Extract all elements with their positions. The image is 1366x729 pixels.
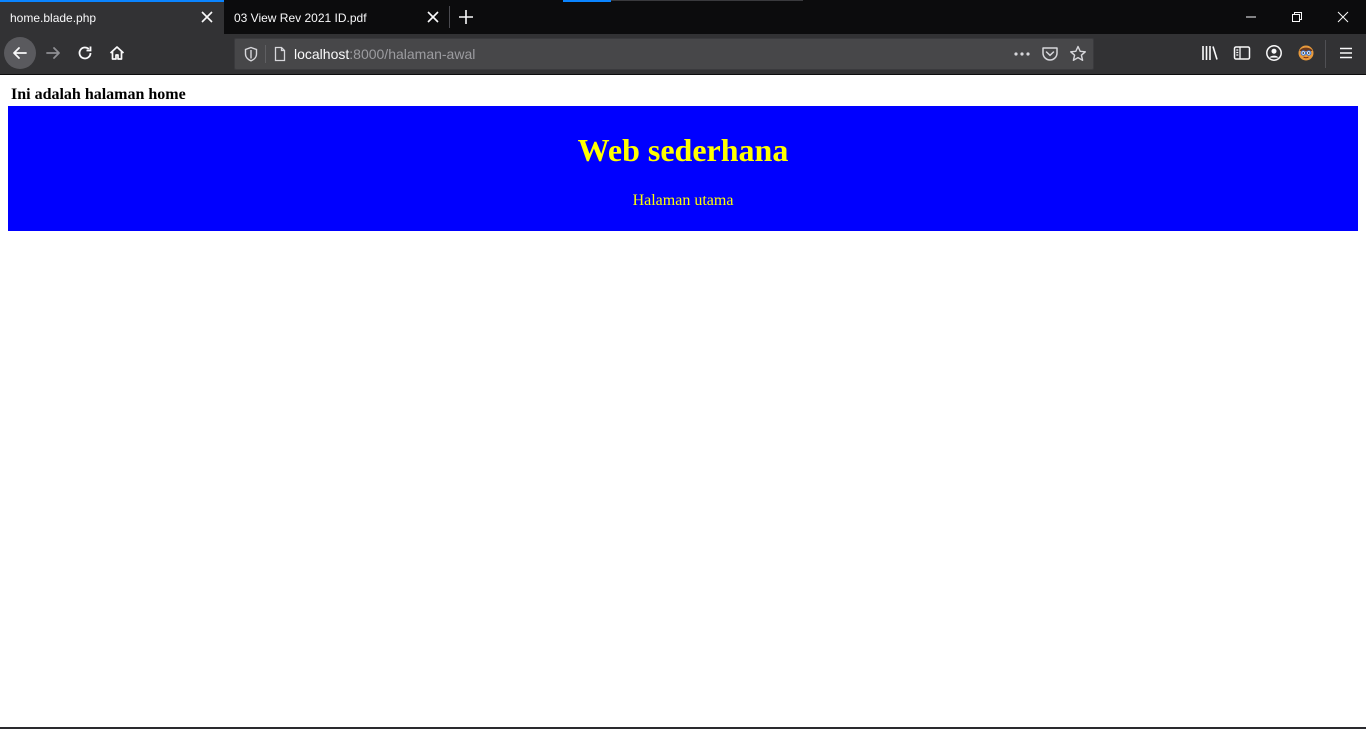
tab-strip: home.blade.php 03 View Rev 2021 ID.pdf — [0, 0, 1366, 34]
reload-icon[interactable] — [69, 37, 101, 69]
restore-window-icon[interactable] — [1274, 0, 1320, 34]
tab-title: home.blade.php — [10, 11, 97, 25]
page-heading: Ini adalah halaman home — [11, 86, 186, 103]
tab-strip-indicator — [563, 0, 611, 2]
header-banner: Web sederhana Halaman utama — [8, 106, 1358, 231]
banner-subtitle: Halaman utama — [632, 192, 734, 209]
url-host: localhost — [294, 46, 350, 62]
hamburger-menu-icon[interactable] — [1335, 42, 1357, 64]
sidebar-icon[interactable] — [1231, 42, 1253, 64]
minimize-window-icon[interactable] — [1228, 0, 1274, 34]
account-icon[interactable] — [1263, 42, 1285, 64]
tab-home-blade[interactable]: home.blade.php — [0, 0, 224, 34]
tab-strip-line — [611, 0, 803, 1]
more-dots-icon[interactable] — [1011, 45, 1033, 63]
tab-pdf[interactable]: 03 View Rev 2021 ID.pdf — [224, 0, 450, 34]
url-divider — [265, 45, 266, 63]
toolbar-separator — [1325, 40, 1326, 68]
url-path: :8000/halaman-awal — [349, 46, 476, 62]
page-icon[interactable] — [272, 46, 288, 62]
navigation-toolbar: localhost:8000/halaman-awal — [0, 34, 1366, 75]
url-bar[interactable]: localhost:8000/halaman-awal — [234, 38, 1094, 70]
close-icon[interactable] — [200, 10, 214, 24]
url-text[interactable]: localhost:8000/halaman-awal — [294, 46, 475, 62]
forward-arrow-icon[interactable] — [37, 37, 69, 69]
tracking-shield-icon[interactable] — [243, 46, 259, 62]
page-viewport: Ini adalah halaman home Web sederhana Ha… — [0, 75, 1366, 728]
home-icon[interactable] — [101, 37, 133, 69]
active-tab-indicator — [0, 0, 224, 2]
banner-title: Web sederhana — [577, 132, 789, 168]
back-arrow-icon[interactable] — [4, 37, 36, 69]
new-tab-plus-icon[interactable] — [456, 7, 476, 27]
close-icon[interactable] — [426, 10, 440, 24]
close-window-icon[interactable] — [1320, 0, 1366, 34]
extension-avatar-icon[interactable] — [1295, 42, 1317, 64]
library-icon[interactable] — [1199, 42, 1221, 64]
pocket-icon[interactable] — [1040, 45, 1060, 63]
tab-title: 03 View Rev 2021 ID.pdf — [234, 11, 367, 25]
bookmark-star-icon[interactable] — [1068, 44, 1088, 64]
